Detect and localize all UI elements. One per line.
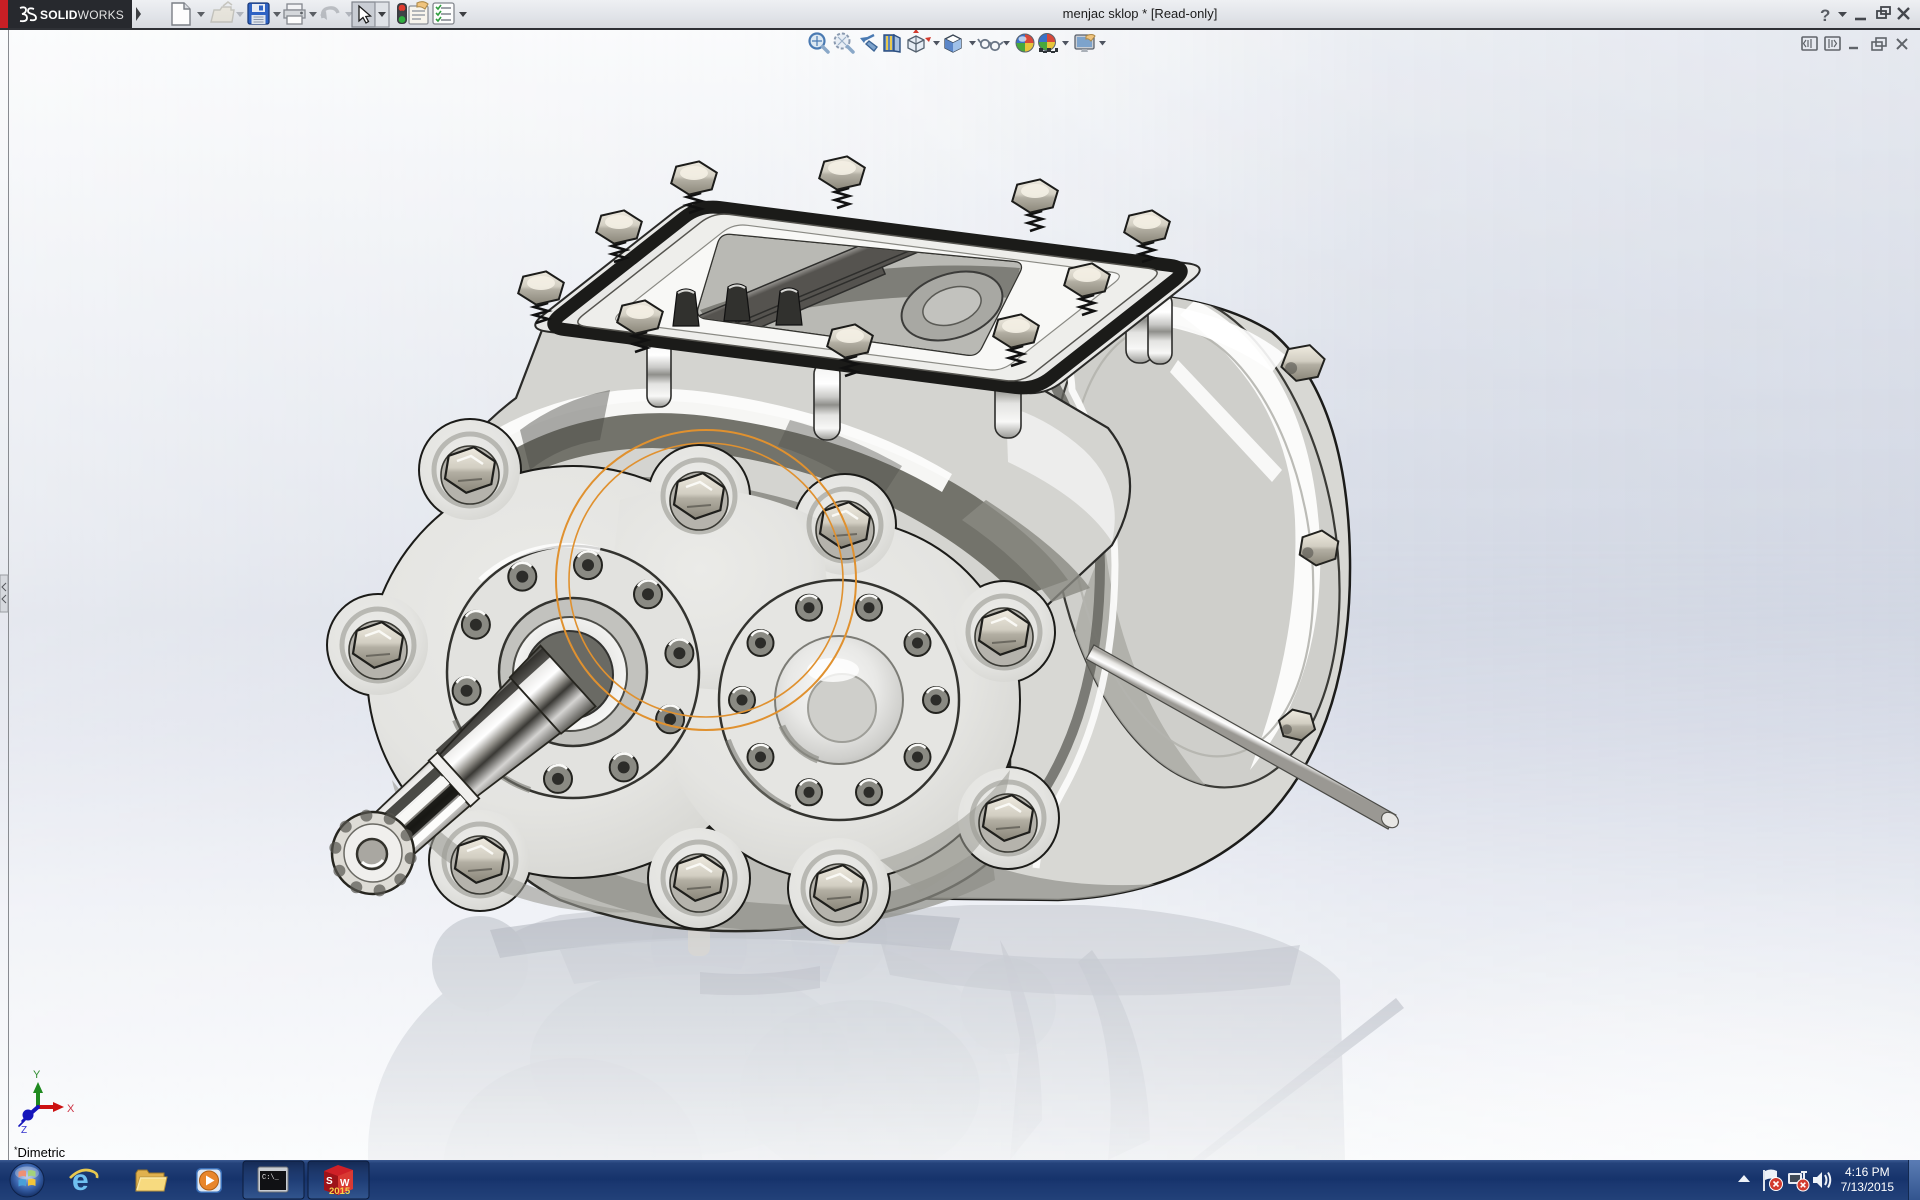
svg-text:Z: Z	[21, 1125, 27, 1136]
svg-text:?: ?	[1820, 6, 1830, 25]
svg-text:X: X	[67, 1103, 75, 1115]
svg-text:2015: 2015	[329, 1186, 351, 1197]
svg-text:*Dimetric: *Dimetric	[14, 1145, 66, 1160]
svg-text:C:\_: C:\_	[262, 1174, 280, 1182]
svg-text:Y: Y	[33, 1069, 41, 1081]
